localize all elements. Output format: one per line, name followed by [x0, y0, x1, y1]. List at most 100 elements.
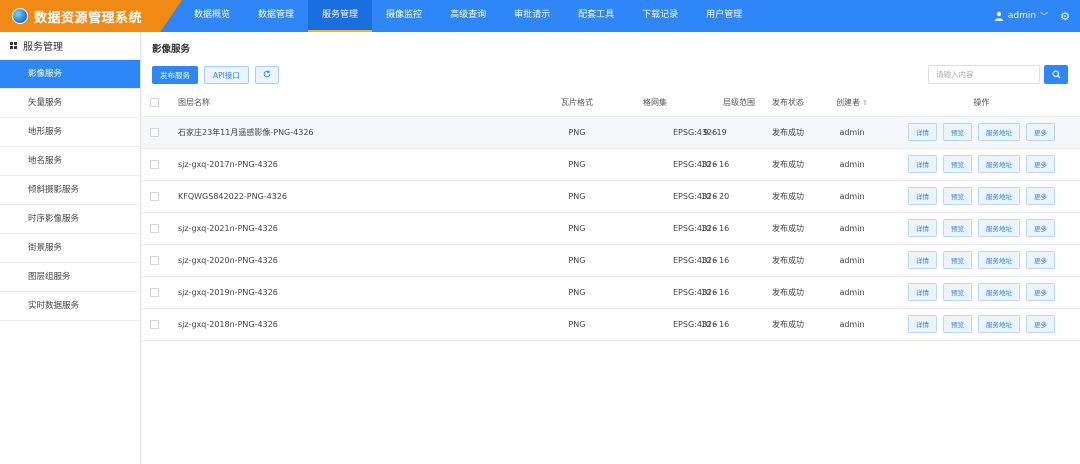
header-name: 图层名称	[166, 90, 511, 117]
preview-button[interactable]: 预览	[943, 123, 972, 141]
row-select-cell	[142, 308, 166, 341]
sidebar-item-layergroup-service[interactable]: 图层组服务	[0, 263, 140, 292]
sidebar-item-streetview-service[interactable]: 街景服务	[0, 234, 140, 263]
details-button[interactable]: 详情	[908, 155, 937, 173]
table-row[interactable]: sjz-gxq-2020n-PNG-4326 PNG EPSG:4326 10 - 1…	[142, 244, 1080, 277]
user-name[interactable]: admin	[1008, 11, 1036, 21]
service-url-button[interactable]: 服务地址	[978, 123, 1020, 141]
sidebar-header: 服务管理	[0, 32, 140, 60]
row-name: sjz-gxq-2020n-PNG-4326	[166, 244, 511, 277]
details-button[interactable]: 详情	[908, 251, 937, 269]
table-row[interactable]: sjz-gxq-2019n-PNG-4326 PNG EPSG:4326 10 - 1…	[142, 276, 1080, 309]
sidebar-item-oblique-service[interactable]: 倾斜摄影服务	[0, 176, 140, 205]
sidebar-item-imagery-service[interactable]: 影像服务	[0, 60, 140, 89]
api-button[interactable]: API接口	[204, 66, 249, 84]
search-icon	[1051, 70, 1061, 79]
sidebar-item-timeseries-service[interactable]: 时序影像服务	[0, 205, 140, 234]
row-creator: admin	[821, 276, 883, 309]
user-icon	[994, 11, 1004, 21]
gear-icon[interactable]: ⚙	[1060, 10, 1070, 23]
preview-button[interactable]: 预览	[943, 155, 972, 173]
service-table: 图层名称 瓦片格式 格网集 层级范围 发布状态 创建者 ⇕ 操作 石家庄23年11月…	[142, 90, 1080, 341]
page-title: 影像服务	[152, 44, 191, 55]
row-select-cell	[142, 180, 166, 213]
nav-item-overview[interactable]: 数据概览	[180, 0, 244, 32]
globe-icon	[12, 8, 28, 24]
sidebar-item-terrain-service[interactable]: 地形服务	[0, 118, 140, 147]
search-button[interactable]	[1044, 65, 1068, 84]
more-button[interactable]: 更多	[1026, 315, 1055, 333]
preview-button[interactable]: 预览	[943, 251, 972, 269]
more-button[interactable]: 更多	[1026, 283, 1055, 301]
table-row[interactable]: 石家庄23年11月遥感影像-PNG-4326 PNG EPSG:4326 9 - 19…	[142, 116, 1080, 149]
header-creator[interactable]: 创建者 ⇕	[821, 90, 883, 117]
nav-item-user-management[interactable]: 用户管理	[692, 0, 756, 32]
details-button[interactable]: 详情	[908, 283, 937, 301]
row-checkbox[interactable]	[149, 319, 159, 329]
preview-button[interactable]: 预览	[943, 315, 972, 333]
row-name: 石家庄23年11月遥感影像-PNG-4326	[166, 116, 511, 149]
service-url-button[interactable]: 服务地址	[978, 315, 1020, 333]
preview-button[interactable]: 预览	[943, 187, 972, 205]
table-row[interactable]: sjz-gxq-2021n-PNG-4326 PNG EPSG:4326 10 - 1…	[142, 212, 1080, 245]
row-creator: admin	[821, 308, 883, 341]
nav-item-camera-monitor[interactable]: 摄像监控	[372, 0, 436, 32]
sidebar-item-vector-service[interactable]: 矢量服务	[0, 89, 140, 118]
row-name: sjz-gxq-2017n-PNG-4326	[166, 148, 511, 181]
sidebar-item-realtime-service[interactable]: 实时数据服务	[0, 292, 140, 321]
row-format: PNG	[511, 148, 643, 181]
nav-item-data-management[interactable]: 数据管理	[244, 0, 308, 32]
details-button[interactable]: 详情	[908, 123, 937, 141]
service-url-button[interactable]: 服务地址	[978, 187, 1020, 205]
row-actions: 详情 预览 服务地址 更多	[883, 116, 1080, 149]
details-button[interactable]: 详情	[908, 219, 937, 237]
nav-item-service-management[interactable]: 服务管理	[308, 0, 373, 32]
row-creator: admin	[821, 148, 883, 181]
publish-service-button[interactable]: 发布服务	[152, 66, 198, 84]
nav-item-approval[interactable]: 审批请示	[500, 0, 564, 32]
row-checkbox[interactable]	[149, 191, 159, 201]
nav-item-download-records[interactable]: 下载记录	[628, 0, 692, 32]
row-status: 发布成功	[755, 276, 821, 309]
chevron-down-icon[interactable]: ﹀	[1040, 11, 1048, 22]
details-button[interactable]: 详情	[908, 315, 937, 333]
details-button[interactable]: 详情	[908, 187, 937, 205]
grid-menu-icon	[10, 42, 17, 49]
sidebar-item-placename-service[interactable]: 地名服务	[0, 147, 140, 176]
row-checkbox[interactable]	[149, 159, 159, 169]
row-checkbox[interactable]	[149, 127, 159, 137]
row-checkbox[interactable]	[149, 223, 159, 233]
row-name: sjz-gxq-2018n-PNG-4326	[166, 308, 511, 341]
more-button[interactable]: 更多	[1026, 219, 1055, 237]
preview-button[interactable]: 预览	[943, 219, 972, 237]
service-url-button[interactable]: 服务地址	[978, 251, 1020, 269]
table-row[interactable]: sjz-gxq-2017n-PNG-4326 PNG EPSG:4326 10 - 1…	[142, 148, 1080, 181]
more-button[interactable]: 更多	[1026, 123, 1055, 141]
row-format: PNG	[511, 308, 643, 341]
nav-item-advanced-query[interactable]: 高级查询	[436, 0, 500, 32]
main-panel: 影像服务 发布服务 API接口 图层名称 瓦片格式 格网集层级范围 发	[142, 32, 1080, 464]
row-select-cell	[142, 116, 166, 149]
search-input[interactable]	[928, 65, 1040, 84]
service-url-button[interactable]: 服务地址	[978, 155, 1020, 173]
nav-item-tools[interactable]: 配套工具	[564, 0, 628, 32]
row-select-cell	[142, 148, 166, 181]
row-format: PNG	[511, 244, 643, 277]
more-button[interactable]: 更多	[1026, 251, 1055, 269]
table-row[interactable]: sjz-gxq-2018n-PNG-4326 PNG EPSG:4326 10 - 1…	[142, 308, 1080, 341]
header-creator-label: 创建者	[836, 98, 861, 108]
row-checkbox[interactable]	[149, 255, 159, 265]
service-url-button[interactable]: 服务地址	[978, 219, 1020, 237]
header-actions: 操作	[883, 90, 1080, 117]
sort-icon[interactable]: ⇕	[862, 99, 868, 107]
preview-button[interactable]: 预览	[943, 283, 972, 301]
refresh-button[interactable]	[254, 66, 279, 84]
more-button[interactable]: 更多	[1026, 155, 1055, 173]
more-button[interactable]: 更多	[1026, 187, 1055, 205]
row-format: PNG	[511, 276, 643, 309]
table-row[interactable]: KFQWGS842022-PNG-4326 PNG EPSG:4326 10 - 20…	[142, 180, 1080, 213]
service-url-button[interactable]: 服务地址	[978, 283, 1020, 301]
row-checkbox[interactable]	[149, 287, 159, 297]
select-all-checkbox[interactable]	[149, 98, 159, 108]
row-status: 发布成功	[755, 244, 821, 277]
